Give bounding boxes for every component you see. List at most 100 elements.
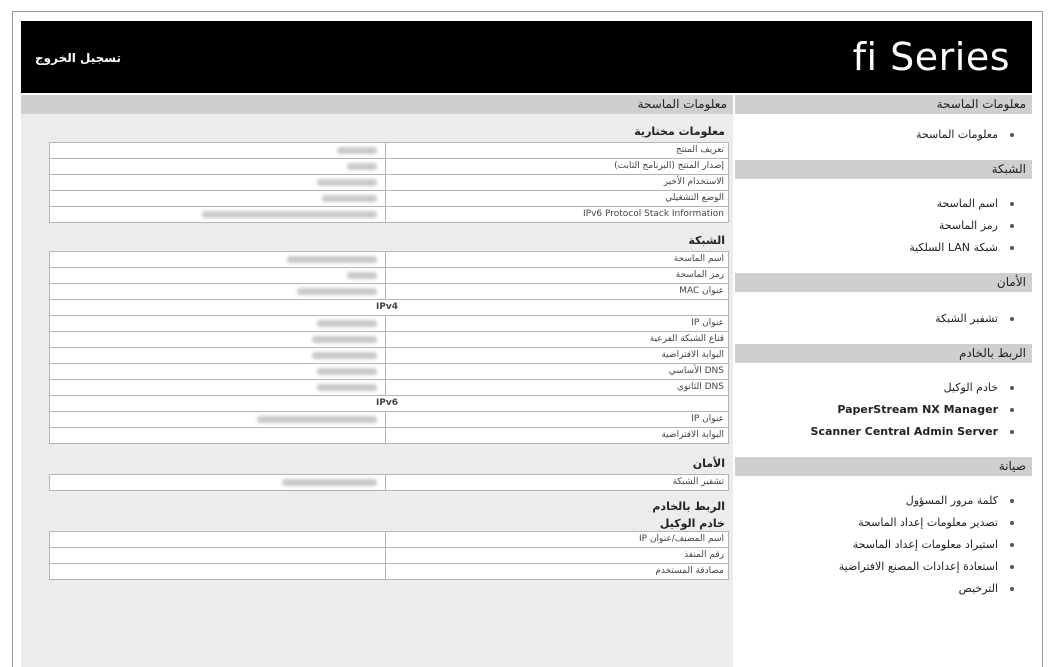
section-heading: الربط بالخادم bbox=[652, 500, 725, 513]
redacted-value bbox=[282, 479, 377, 486]
sidebar-item-label: تشفير الشبكة bbox=[935, 312, 998, 325]
table-row: عنوان MAC bbox=[49, 284, 729, 300]
table-row: عنوان IP bbox=[49, 316, 729, 332]
sidebar-item-label: PaperStream NX Manager bbox=[837, 403, 998, 416]
table-row: مصادقة المستخدم bbox=[49, 564, 729, 580]
redacted-value bbox=[347, 163, 377, 170]
info-table: اسم الماسحة رمز الماسحة عنوان MAC IPv4 عنوان… bbox=[49, 251, 729, 444]
sidebar-item-label: استيراد معلومات إعداد الماسحة bbox=[852, 538, 998, 551]
sidebar-item-label: الترخيص bbox=[958, 582, 998, 595]
sidebar-item[interactable]: استيراد معلومات إعداد الماسحة bbox=[735, 534, 1032, 556]
bullet-icon bbox=[1010, 587, 1014, 591]
table-label: اسم المضيف/عنوان IP bbox=[638, 534, 724, 544]
sidebar-item[interactable]: تصدير معلومات إعداد الماسحة bbox=[735, 512, 1032, 534]
sidebar-item[interactable]: شبكة LAN السلكية bbox=[735, 237, 1032, 259]
table-row: الاستخدام الأخير bbox=[49, 175, 729, 191]
redacted-value bbox=[257, 416, 377, 423]
sidebar-group-title: صيانة bbox=[735, 457, 1032, 476]
table-value bbox=[50, 332, 386, 347]
main-panel: معلومات الماسحة معلومات مختارية تعريف الم… bbox=[21, 95, 733, 667]
table-row: الوضع التشغيلي bbox=[49, 191, 729, 207]
sidebar-group-title: الأمان bbox=[735, 273, 1032, 292]
sidebar-item-label: خادم الوكيل bbox=[943, 381, 998, 394]
sidebar-item[interactable]: كلمة مرور المسؤول bbox=[735, 490, 1032, 512]
header-bar: تسجيل الخروج fi Series bbox=[21, 21, 1032, 93]
table-label: رمز الماسحة bbox=[675, 270, 724, 280]
table-label: عنوان IP bbox=[691, 414, 724, 424]
table-value bbox=[50, 348, 386, 363]
redacted-value bbox=[317, 320, 377, 327]
table-value bbox=[50, 191, 386, 206]
table-row: اسم الماسحة bbox=[49, 251, 729, 268]
table-row: IPv6 bbox=[49, 396, 729, 412]
table-row: عنوان IP bbox=[49, 412, 729, 428]
sidebar-item[interactable]: رمز الماسحة bbox=[735, 215, 1032, 237]
redacted-value bbox=[312, 352, 377, 359]
table-row: IPv4 bbox=[49, 300, 729, 316]
table-value bbox=[50, 252, 386, 267]
section-heading: معلومات مختارية bbox=[634, 125, 725, 138]
sidebar-list: خادم الوكيل PaperStream NX Manager Scanner… bbox=[735, 377, 1032, 443]
sidebar-item[interactable]: الترخيص bbox=[735, 578, 1032, 600]
bullet-icon bbox=[1010, 224, 1014, 228]
sidebar: معلومات الماسحة معلومات الماسحة الشبكة اسم … bbox=[735, 95, 1032, 667]
sidebar-item[interactable]: تشفير الشبكة bbox=[735, 308, 1032, 330]
bullet-icon bbox=[1010, 317, 1014, 321]
sidebar-list: تشفير الشبكة bbox=[735, 308, 1032, 330]
sidebar-item-label: كلمة مرور المسؤول bbox=[905, 494, 998, 507]
bullet-icon bbox=[1010, 430, 1014, 434]
table-label: الاستخدام الأخير bbox=[663, 177, 724, 187]
table-row: إصدار المنتج (البرنامج الثابت) bbox=[49, 159, 729, 175]
redacted-value bbox=[317, 368, 377, 375]
table-value bbox=[50, 268, 386, 283]
table-value bbox=[50, 316, 386, 331]
table-row: DNS الأساسي bbox=[49, 364, 729, 380]
table-row: تعريف المنتج bbox=[49, 142, 729, 159]
table-row: البوابة الافتراضية bbox=[49, 348, 729, 364]
logout-link[interactable]: تسجيل الخروج bbox=[35, 51, 121, 65]
table-row: قناع الشبكة الفرعية bbox=[49, 332, 729, 348]
bullet-icon bbox=[1010, 246, 1014, 250]
info-table: تعريف المنتج إصدار المنتج (البرنامج الثاب… bbox=[49, 142, 729, 223]
sidebar-item-label: شبكة LAN السلكية bbox=[909, 241, 998, 254]
table-value bbox=[50, 364, 386, 379]
section-heading: الشبكة bbox=[688, 234, 725, 247]
table-row: IPv6 Protocol Stack Information bbox=[49, 207, 729, 223]
table-row: رقم المنفذ bbox=[49, 548, 729, 564]
table-label: IPv6 bbox=[375, 398, 399, 408]
table-label: DNS الثانوي bbox=[676, 382, 724, 392]
sidebar-group-title: معلومات الماسحة bbox=[735, 95, 1032, 114]
sidebar-item[interactable]: PaperStream NX Manager bbox=[735, 399, 1032, 421]
table-value bbox=[50, 428, 386, 443]
redacted-value bbox=[322, 195, 377, 202]
table-label: إصدار المنتج (البرنامج الثابت) bbox=[614, 161, 724, 171]
sidebar-item-label: رمز الماسحة bbox=[938, 219, 998, 232]
table-value bbox=[50, 564, 386, 579]
table-value bbox=[50, 380, 386, 395]
redacted-value bbox=[317, 384, 377, 391]
table-value bbox=[50, 207, 386, 222]
sidebar-list: معلومات الماسحة bbox=[735, 124, 1032, 146]
sidebar-item-label: اسم الماسحة bbox=[936, 197, 998, 210]
redacted-value bbox=[317, 179, 377, 186]
sidebar-item-label: تصدير معلومات إعداد الماسحة bbox=[858, 516, 998, 529]
table-value bbox=[50, 412, 386, 427]
info-table: اسم المضيف/عنوان IP رقم المنفذ مصادقة المس… bbox=[49, 531, 729, 580]
sidebar-item[interactable]: استعادة إعدادات المصنع الافتراضية bbox=[735, 556, 1032, 578]
table-label: DNS الأساسي bbox=[668, 366, 724, 376]
sidebar-list: اسم الماسحة رمز الماسحة شبكة LAN السلكية bbox=[735, 193, 1032, 259]
sidebar-item[interactable]: Scanner Central Admin Server bbox=[735, 421, 1032, 443]
section-subheading: خادم الوكيل bbox=[659, 517, 725, 530]
table-value bbox=[50, 143, 386, 158]
table-label: اسم الماسحة bbox=[673, 254, 724, 264]
bullet-icon bbox=[1010, 499, 1014, 503]
table-row: رمز الماسحة bbox=[49, 268, 729, 284]
logo: fi Series bbox=[852, 35, 1010, 79]
redacted-value bbox=[202, 211, 377, 218]
sidebar-item[interactable]: خادم الوكيل bbox=[735, 377, 1032, 399]
sidebar-group-title: الشبكة bbox=[735, 160, 1032, 179]
sidebar-item-label: استعادة إعدادات المصنع الافتراضية bbox=[838, 560, 998, 573]
sidebar-item[interactable]: اسم الماسحة bbox=[735, 193, 1032, 215]
sidebar-item[interactable]: معلومات الماسحة bbox=[735, 124, 1032, 146]
redacted-value bbox=[287, 256, 377, 263]
